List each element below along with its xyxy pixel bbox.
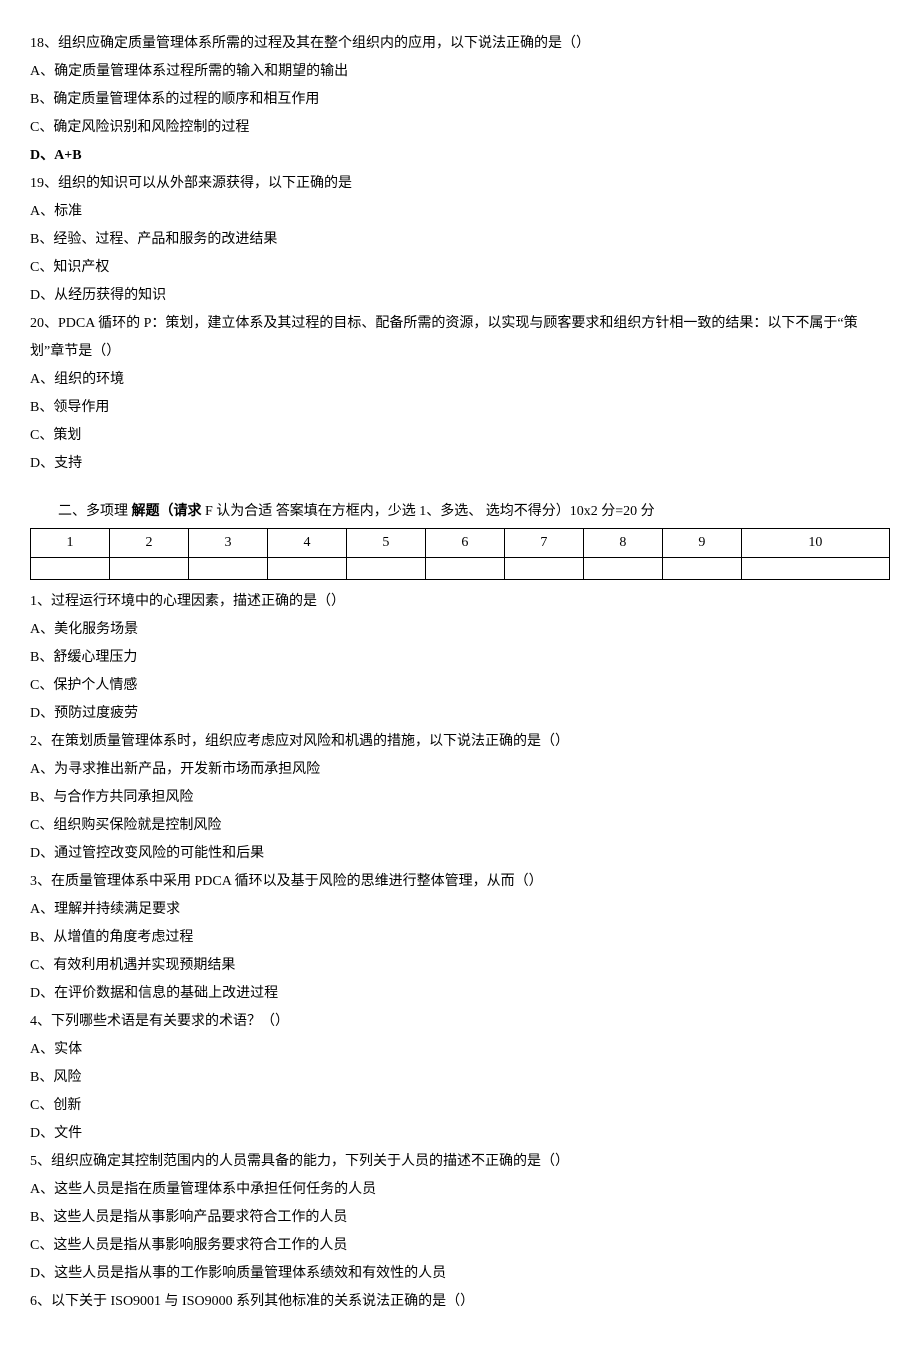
table-answer-cell[interactable] [188,558,267,580]
q20-optD: D、支持 [30,450,890,478]
q20-optC: C、策划 [30,422,890,450]
mq1-text: 1、过程运行环境中的心理因素，描述正确的是（） [30,588,890,616]
table-answer-cell[interactable] [346,558,425,580]
table-answer-cell[interactable] [425,558,504,580]
mq3-optD: D、在评价数据和信息的基础上改进过程 [30,980,890,1008]
table-header-cell: 7 [504,529,583,558]
mq4-optB: B、风险 [30,1064,890,1092]
q18-optC: C、确定风险识别和风险控制的过程 [30,114,890,142]
mq1-optD: D、预防过度疲劳 [30,700,890,728]
table-answer-cell[interactable] [109,558,188,580]
q19-optA: A、标准 [30,198,890,226]
mq5-text: 5、组织应确定其控制范围内的人员需具备的能力，下列关于人员的描述不正确的是（） [30,1148,890,1176]
mq1-optC: C、保护个人情感 [30,672,890,700]
table-answer-cell[interactable] [662,558,741,580]
mq2-optC: C、组织购买保险就是控制风险 [30,812,890,840]
table-header-cell: 8 [583,529,662,558]
mq5-optA: A、这些人员是指在质量管理体系中承担任何任务的人员 [30,1176,890,1204]
q20-text: 20、PDCA 循环的 P：策划，建立体系及其过程的目标、配备所需的资源，以实现… [30,310,890,366]
mq4-optC: C、创新 [30,1092,890,1120]
mq3-optC: C、有效利用机遇并实现预期结果 [30,952,890,980]
mq1-optA: A、美化服务场景 [30,616,890,644]
mq3-optB: B、从增值的角度考虑过程 [30,924,890,952]
mq3-text: 3、在质量管理体系中采用 PDCA 循环以及基于风险的思维进行整体管理，从而（） [30,868,890,896]
mq2-optB: B、与合作方共同承担风险 [30,784,890,812]
section2-bold: 解题（请求 [132,504,206,519]
table-answer-cell[interactable] [583,558,662,580]
table-header-cell: 5 [346,529,425,558]
q18-text: 18、组织应确定质量管理体系所需的过程及其在整个组织内的应用，以下说法正确的是（… [30,30,890,58]
table-answer-cell[interactable] [267,558,346,580]
mq4-text: 4、下列哪些术语是有关要求的术语？（） [30,1008,890,1036]
q19-optB: B、经验、过程、产品和服务的改进结果 [30,226,890,254]
mq2-optA: A、为寻求推出新产品，开发新市场而承担风险 [30,756,890,784]
table-answer-cell[interactable] [31,558,110,580]
table-header-row: 1 2 3 4 5 6 7 8 9 10 [31,529,890,558]
mq5-optB: B、这些人员是指从事影响产品要求符合工作的人员 [30,1204,890,1232]
table-answer-cell[interactable] [741,558,889,580]
section2-header: 二、多项理 解题（请求 F 认为合适 答案填在方框内，少选 1、多选、 选均不得… [58,498,890,526]
mq5-optD: D、这些人员是指从事的工作影响质量管理体系绩效和有效性的人员 [30,1260,890,1288]
mq5-optC: C、这些人员是指从事影响服务要求符合工作的人员 [30,1232,890,1260]
section2-mid: F 认为合适 答案填在方框内，少选 1、多选、 选均不得分）10x2 分=20 … [205,504,655,519]
q20-optA: A、组织的环境 [30,366,890,394]
table-answer-cell[interactable] [504,558,583,580]
table-header-cell: 6 [425,529,504,558]
mq4-optA: A、实体 [30,1036,890,1064]
table-header-cell: 4 [267,529,346,558]
q19-text: 19、组织的知识可以从外部来源获得，以下正确的是 [30,170,890,198]
mq4-optD: D、文件 [30,1120,890,1148]
table-answer-row [31,558,890,580]
table-header-cell: 10 [741,529,889,558]
mq1-optB: B、舒缓心理压力 [30,644,890,672]
table-header-cell: 9 [662,529,741,558]
q18-optB: B、确定质量管理体系的过程的顺序和相互作用 [30,86,890,114]
answer-table: 1 2 3 4 5 6 7 8 9 10 [30,528,890,580]
mq2-optD: D、通过管控改变风险的可能性和后果 [30,840,890,868]
table-header-cell: 3 [188,529,267,558]
q19-optD: D、从经历获得的知识 [30,282,890,310]
mq6-text: 6、以下关于 ISO9001 与 ISO9000 系列其他标准的关系说法正确的是… [30,1288,890,1316]
mq2-text: 2、在策划质量管理体系时，组织应考虑应对风险和机遇的措施，以下说法正确的是（） [30,728,890,756]
q19-optC: C、知识产权 [30,254,890,282]
table-header-cell: 1 [31,529,110,558]
q20-optB: B、领导作用 [30,394,890,422]
q18-optA: A、确定质量管理体系过程所需的输入和期望的输出 [30,58,890,86]
mq3-optA: A、理解并持续满足要求 [30,896,890,924]
table-header-cell: 2 [109,529,188,558]
section2-prefix: 二、多项理 [58,504,132,519]
q18-optD: D、A+B [30,142,890,170]
